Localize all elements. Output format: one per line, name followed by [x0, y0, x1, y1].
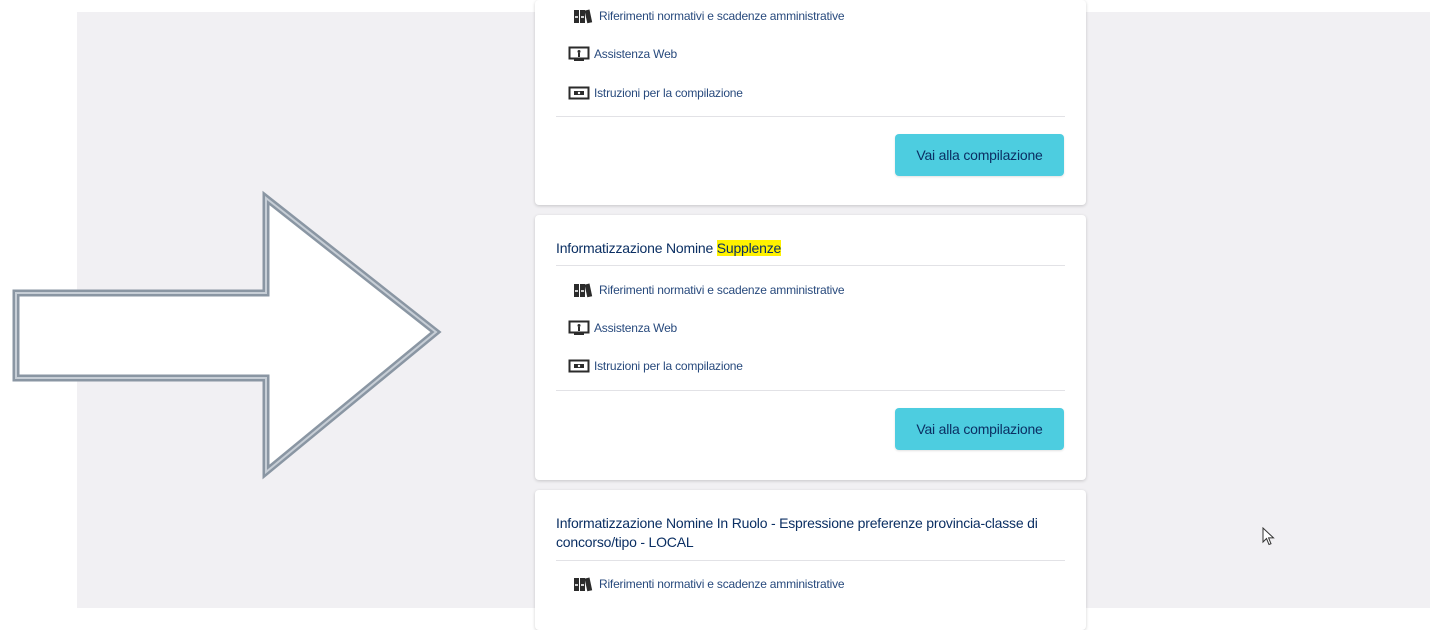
link-label: Assistenza Web [594, 47, 678, 61]
link-assistenza-web[interactable]: Assistenza Web [568, 46, 677, 62]
instructions-icon [568, 358, 590, 374]
binders-icon [573, 282, 595, 298]
link-label: Riferimenti normativi e scadenze amminis… [599, 577, 845, 591]
link-label: Istruzioni per la compilazione [594, 86, 743, 100]
card-title-text: Informatizzazione Nomine [556, 240, 717, 256]
link-istruzioni-compilazione[interactable]: Istruzioni per la compilazione [568, 85, 743, 101]
link-istruzioni-compilazione[interactable]: Istruzioni per la compilazione [568, 358, 743, 374]
card-title[interactable]: Informatizzazione Nomine In Ruolo - Espr… [556, 514, 1061, 552]
instructions-icon [568, 85, 590, 101]
link-label: Riferimenti normativi e scadenze amminis… [599, 9, 845, 23]
service-card: Informatizzazione Nomine In Ruolo - Espr… [535, 490, 1086, 630]
link-label: Riferimenti normativi e scadenze amminis… [599, 283, 845, 297]
link-label: Istruzioni per la compilazione [594, 359, 743, 373]
link-riferimenti-normativi[interactable]: Riferimenti normativi e scadenze amminis… [573, 8, 845, 24]
service-card: Informatizzazione Nomine Supplenze Rifer… [535, 215, 1086, 480]
binders-icon [573, 8, 595, 24]
link-riferimenti-normativi[interactable]: Riferimenti normativi e scadenze amminis… [573, 576, 845, 592]
card-title-text: Informatizzazione Nomine In Ruolo - Espr… [556, 515, 1038, 550]
vai-alla-compilazione-button[interactable]: Vai alla compilazione [895, 134, 1064, 176]
monitor-icon [568, 320, 590, 336]
link-assistenza-web[interactable]: Assistenza Web [568, 320, 677, 336]
service-card: Riferimenti normativi e scadenze amminis… [535, 0, 1086, 205]
divider [556, 560, 1065, 561]
search-highlight: Supplenze [716, 240, 782, 256]
divider [556, 116, 1065, 117]
monitor-icon [568, 46, 590, 62]
mouse-cursor-icon [1262, 527, 1275, 546]
link-label: Assistenza Web [594, 321, 678, 335]
binders-icon [573, 576, 595, 592]
divider [556, 390, 1065, 391]
card-title[interactable]: Informatizzazione Nomine Supplenze [556, 239, 1061, 258]
pointer-arrow-icon [12, 190, 442, 480]
link-riferimenti-normativi[interactable]: Riferimenti normativi e scadenze amminis… [573, 282, 845, 298]
vai-alla-compilazione-button[interactable]: Vai alla compilazione [895, 408, 1064, 450]
divider [556, 265, 1065, 266]
